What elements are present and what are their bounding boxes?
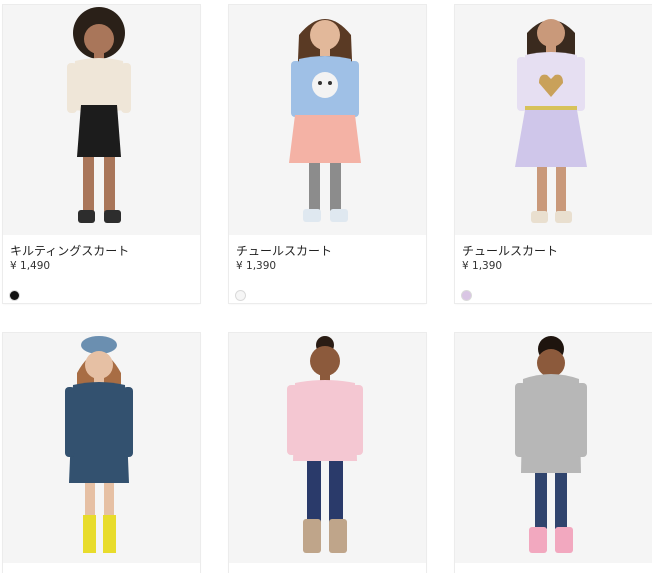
- color-swatch-black[interactable]: [10, 291, 19, 300]
- color-swatch-white[interactable]: [236, 291, 245, 300]
- product-card-6[interactable]: [455, 333, 652, 573]
- product-photo[interactable]: [3, 333, 200, 563]
- product-photo[interactable]: [3, 5, 200, 235]
- product-card-5[interactable]: [229, 333, 426, 573]
- product-name[interactable]: キルティングスカート: [10, 244, 129, 258]
- product-card-tulle-skirt-lilac[interactable]: チュールスカート ¥ 1,390: [455, 5, 652, 303]
- product-card-quilted-skirt[interactable]: キルティングスカート ¥ 1,490: [3, 5, 200, 303]
- product-photo[interactable]: [455, 333, 652, 563]
- product-info: チュールスカート ¥ 1,390: [229, 235, 426, 303]
- product-grid: キルティングスカート ¥ 1,490 チュールスカート ¥ 1,390 チュール…: [0, 0, 652, 573]
- product-photo[interactable]: [229, 333, 426, 563]
- color-swatch-lilac[interactable]: [462, 291, 471, 300]
- product-card-tulle-skirt-pink[interactable]: チュールスカート ¥ 1,390: [229, 5, 426, 303]
- product-photo[interactable]: [455, 5, 652, 235]
- product-price: ¥ 1,390: [462, 260, 503, 272]
- product-price: ¥ 1,490: [10, 260, 51, 272]
- product-photo[interactable]: [229, 5, 426, 235]
- product-card-4[interactable]: [3, 333, 200, 573]
- product-price: ¥ 1,390: [236, 260, 277, 272]
- product-name[interactable]: チュールスカート: [462, 244, 558, 258]
- product-info: キルティングスカート ¥ 1,490: [3, 235, 200, 303]
- product-name[interactable]: チュールスカート: [236, 244, 332, 258]
- product-info: チュールスカート ¥ 1,390: [455, 235, 652, 303]
